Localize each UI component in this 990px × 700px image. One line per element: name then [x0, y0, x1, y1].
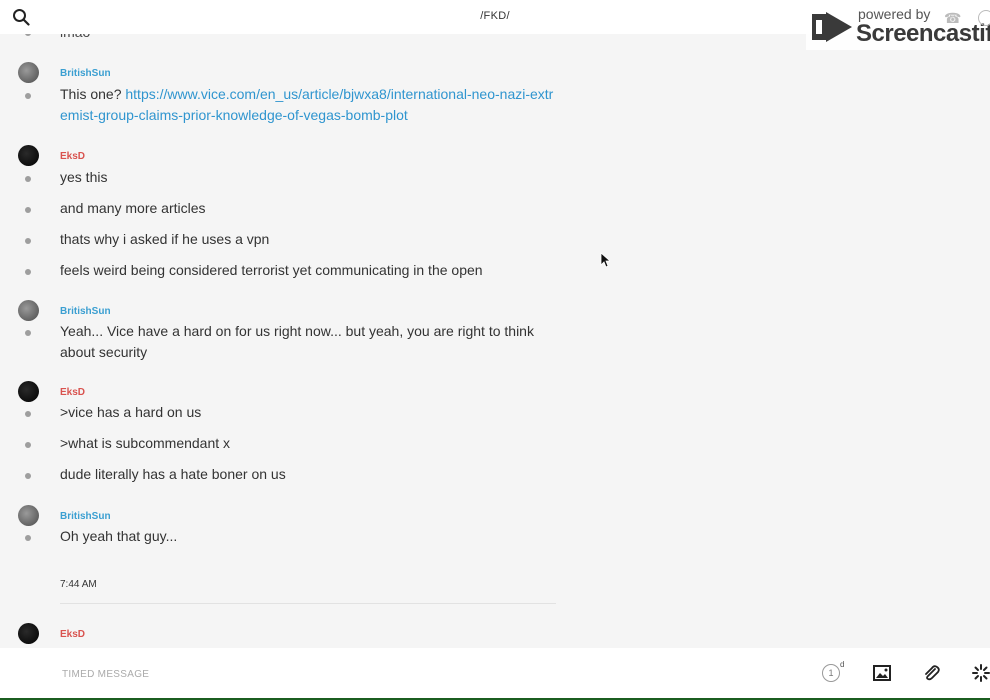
- author-name[interactable]: EksD: [60, 151, 85, 162]
- bullet-icon: [25, 176, 31, 182]
- info-icon[interactable]: [978, 10, 990, 26]
- divider: [60, 603, 556, 604]
- image-icon[interactable]: [872, 663, 892, 683]
- bullet-icon: [25, 269, 31, 275]
- message-text-prefix: This one?: [60, 86, 126, 102]
- message-text: lmao: [60, 34, 560, 43]
- message-text: >vice has a hard on us: [60, 404, 202, 420]
- avatar[interactable]: [18, 300, 39, 321]
- author-name[interactable]: BritishSun: [60, 68, 111, 79]
- timer-button[interactable]: 1: [822, 664, 840, 682]
- bullet-icon: [25, 411, 31, 417]
- bullet-icon: [25, 442, 31, 448]
- message-text: and many more articles: [60, 200, 206, 216]
- mouse-cursor-icon: [600, 252, 610, 268]
- bullet-icon: [25, 473, 31, 479]
- author-name[interactable]: BritishSun: [60, 511, 111, 522]
- avatar[interactable]: [18, 145, 39, 166]
- loading-spinner-icon[interactable]: [971, 663, 990, 683]
- avatar[interactable]: [18, 381, 39, 402]
- avatar[interactable]: [18, 62, 39, 83]
- message-text: feels weird being considered terrorist y…: [60, 262, 483, 278]
- bullet-icon: [25, 93, 31, 99]
- bullet-icon: [25, 330, 31, 336]
- bullet-icon: [25, 535, 31, 541]
- message-text: Yeah... Vice have a hard on for us right…: [60, 323, 534, 360]
- composer-bar: 1 d: [0, 648, 990, 698]
- message-link[interactable]: https://www.vice.com/en_us/article/bjwxa…: [60, 86, 553, 123]
- timer-unit-label: d: [840, 660, 845, 669]
- message-text: This one? https://www.vice.com/en_us/art…: [60, 84, 560, 126]
- message-list: lmao BritishSun This one? https://www.vi…: [0, 34, 990, 648]
- message-text: thats why i asked if he uses a vpn: [60, 231, 270, 247]
- author-name[interactable]: BritishSun: [60, 306, 111, 317]
- message-timestamp: 7:44 AM: [60, 579, 97, 590]
- bullet-icon: [25, 238, 31, 244]
- message-text: dude literally has a hate boner on us: [60, 466, 286, 482]
- avatar[interactable]: [18, 505, 39, 526]
- paperclip-icon[interactable]: [921, 663, 941, 683]
- avatar[interactable]: [18, 623, 39, 644]
- author-name[interactable]: EksD: [60, 387, 85, 398]
- phone-icon[interactable]: ☎: [944, 10, 961, 27]
- timed-message-input[interactable]: [60, 665, 764, 683]
- message-text: yes this: [60, 169, 108, 185]
- message-text: >what is subcommendant x: [60, 435, 231, 451]
- message-text: Oh yeah that guy...: [60, 528, 178, 544]
- author-name[interactable]: EksD: [60, 629, 85, 640]
- bullet-icon: [25, 207, 31, 213]
- bullet-icon: [25, 34, 31, 36]
